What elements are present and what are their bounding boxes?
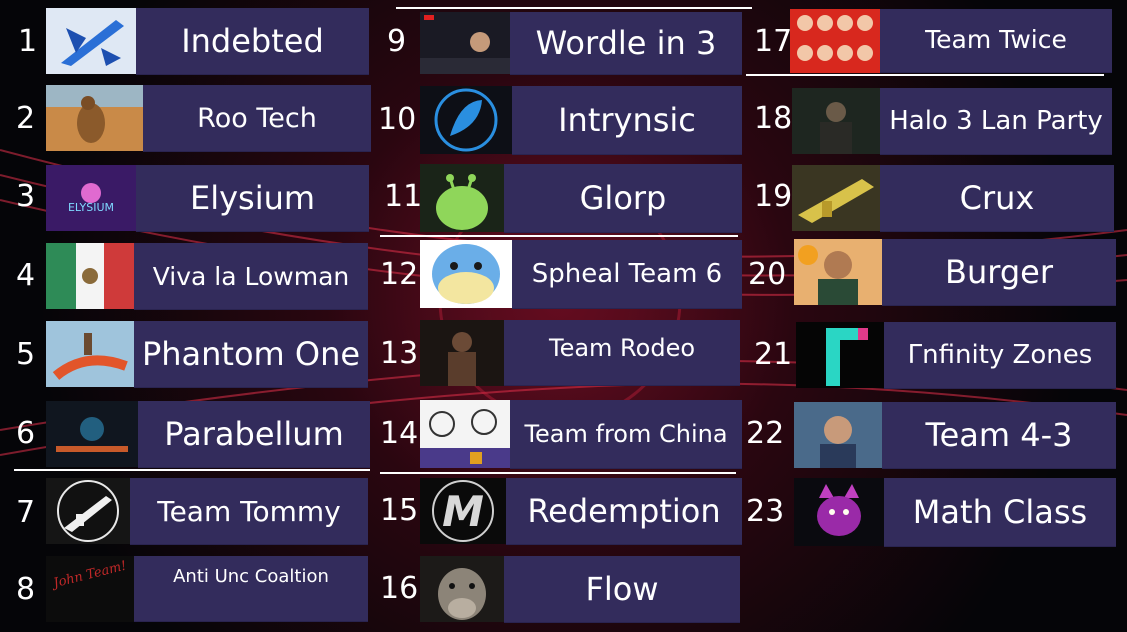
team-name: Math Class [912, 493, 1088, 531]
rank-number: 1 [18, 24, 38, 59]
rank-number: 5 [16, 337, 36, 372]
mexico-flag-icon [46, 243, 134, 309]
rank-number: 14 [380, 416, 419, 451]
team-name: Redemption [527, 492, 721, 530]
team-name: Parabellum [164, 415, 344, 453]
team-name: Roo Tech [197, 102, 317, 134]
team-name: Team 4-3 [925, 416, 1073, 454]
team-name: Flow [585, 570, 659, 608]
rank-number: 23 [746, 494, 785, 529]
rank-number: 11 [384, 179, 423, 214]
burger-king-man-icon [794, 239, 882, 305]
team-name: Indebted [181, 22, 324, 60]
purple-devil-cat-icon [794, 478, 884, 546]
rank-number: 8 [16, 572, 36, 607]
rank-number: 17 [754, 24, 793, 59]
movie-still-icon [792, 88, 880, 154]
svg-text:ELYSIUM: ELYSIUM [68, 201, 114, 214]
rank-number: 13 [380, 336, 419, 371]
video-screenshot-icon [420, 12, 510, 74]
team-name: Team Rodeo [548, 334, 696, 362]
team-name: Burger [945, 253, 1053, 291]
elysium-logo-icon: ELYSIUM [46, 165, 136, 231]
meme-collage-icon [420, 400, 510, 468]
svg-text:M: M [442, 487, 484, 536]
rank-number: 2 [16, 101, 36, 136]
group-photo-grid-icon [790, 9, 880, 73]
rank-number: 7 [16, 495, 36, 530]
rank-number: 18 [754, 101, 793, 136]
handwritten-note-icon: John Team! [46, 556, 134, 622]
team-name: Intrynsic [558, 101, 696, 139]
team-name: Γnfinity Zones [907, 340, 1093, 370]
rank-number: 9 [387, 24, 407, 59]
team-name: Viva la Lowman [152, 261, 350, 291]
streamer-photo-icon [794, 402, 882, 468]
team-name: Elysium [189, 179, 316, 217]
divider [396, 7, 752, 9]
rank-number: 4 [16, 258, 36, 293]
rank-number: 21 [754, 337, 793, 372]
rank-number: 22 [746, 416, 785, 451]
divider [746, 74, 1104, 76]
divider [380, 472, 736, 474]
rapper-photo-icon [420, 320, 504, 386]
rank-number: 3 [16, 179, 36, 214]
team-name: Spheal Team 6 [531, 259, 723, 289]
kangaroo-photo-icon [46, 85, 143, 151]
blue-jet-emblem-icon [46, 8, 136, 74]
team-name: Anti Unc Coaltion [173, 566, 329, 587]
teal-pink-logo-icon [796, 322, 884, 388]
shrimp-rider-icon [46, 321, 134, 387]
team-name: Phantom One [141, 335, 361, 373]
team-name: Team from China [524, 420, 728, 448]
rank-number: 16 [380, 571, 419, 606]
team-name: Team Twice [925, 25, 1067, 54]
team-name: Halo 3 Lan Party [889, 106, 1103, 136]
team-name: Team Tommy [157, 494, 341, 528]
blue-leaf-logo-icon [420, 86, 512, 154]
donkey-photo-icon [420, 556, 504, 622]
dark-scene-icon [46, 401, 138, 467]
rank-number: 20 [748, 257, 787, 292]
divider [14, 469, 370, 471]
spheal-icon [420, 240, 512, 308]
rank-number: 6 [16, 416, 36, 451]
rank-number: 12 [380, 257, 419, 292]
divider [380, 235, 738, 237]
rank-number: 10 [378, 102, 417, 137]
tommy-gun-icon [46, 478, 130, 544]
rank-number: 15 [380, 493, 419, 528]
chrome-m-logo-icon: M [420, 478, 506, 544]
rank-number: 19 [754, 179, 793, 214]
team-name: Crux [959, 179, 1035, 217]
green-alien-cat-icon [420, 164, 504, 232]
team-name: Glorp [579, 179, 667, 217]
team-name: Wordle in 3 [535, 24, 717, 62]
gold-blaster-icon [792, 165, 880, 231]
